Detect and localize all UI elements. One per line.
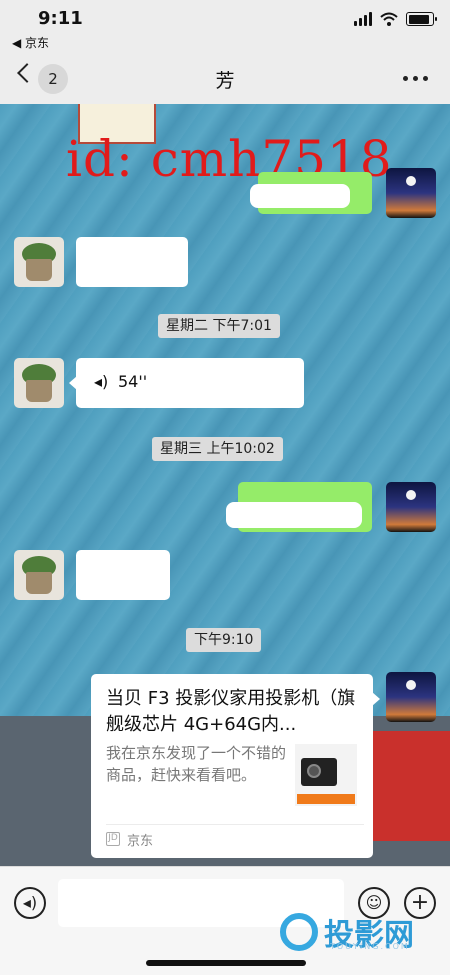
logo-subtext: TOUYING.COM bbox=[330, 942, 410, 951]
received-message-bubble[interactable] bbox=[76, 550, 170, 600]
voice-wave-icon: ◂) bbox=[94, 372, 109, 391]
battery-icon bbox=[406, 12, 437, 26]
my-avatar[interactable] bbox=[386, 482, 436, 532]
wifi-icon bbox=[380, 12, 398, 26]
promo-strip bbox=[297, 794, 355, 804]
timestamp-label: 下午9:10 bbox=[186, 628, 262, 652]
status-icons bbox=[354, 12, 437, 26]
shared-product-card[interactable]: 当贝 F3 投影仪家用投影机（旗舰级芯片 4G+64G内... 我在京东发现了一… bbox=[91, 674, 380, 858]
jd-logo-icon: JD bbox=[106, 832, 120, 846]
voice-input-icon[interactable]: ◂) bbox=[14, 887, 46, 919]
my-avatar[interactable] bbox=[386, 168, 436, 218]
battery-level bbox=[408, 14, 430, 24]
back-to-app-link[interactable]: ◀ 京东 bbox=[12, 34, 49, 51]
contact-avatar[interactable] bbox=[14, 358, 64, 408]
timestamp-label: 星期三 上午10:02 bbox=[152, 437, 283, 461]
redaction-scribble bbox=[250, 184, 350, 208]
site-logo: 投影网 TOUYING.COM bbox=[280, 910, 414, 954]
my-avatar[interactable] bbox=[386, 672, 436, 722]
chat-title: 芳 bbox=[215, 70, 235, 92]
back-chevron-icon[interactable] bbox=[17, 63, 37, 83]
home-indicator[interactable] bbox=[146, 960, 306, 966]
timestamp-label: 星期二 下午7:01 bbox=[158, 314, 280, 338]
card-source: 京东 bbox=[127, 834, 154, 849]
card-divider bbox=[106, 824, 364, 825]
signal-icon bbox=[354, 12, 372, 26]
product-thumbnail bbox=[295, 744, 357, 806]
more-dots-icon[interactable] bbox=[403, 76, 428, 81]
logo-ring-icon bbox=[280, 913, 318, 951]
contact-avatar[interactable] bbox=[14, 237, 64, 287]
voice-duration: 54'' bbox=[118, 372, 148, 391]
unread-count-badge[interactable]: 2 bbox=[38, 64, 68, 94]
top-bar: 9:11 ◀ 京东 2 芳 bbox=[0, 0, 450, 104]
contact-avatar[interactable] bbox=[14, 550, 64, 600]
card-description: 我在京东发现了一个不错的商品，赶快来看看吧。 bbox=[106, 744, 287, 784]
received-message-bubble[interactable] bbox=[76, 237, 188, 287]
status-time: 9:11 bbox=[38, 8, 83, 29]
redaction-scribble bbox=[226, 502, 362, 528]
voice-message-bubble[interactable]: ◂) 54'' bbox=[69, 358, 304, 408]
lens-shape bbox=[307, 764, 321, 778]
card-title: 当贝 F3 投影仪家用投影机（旗舰级芯片 4G+64G内... bbox=[106, 688, 356, 735]
